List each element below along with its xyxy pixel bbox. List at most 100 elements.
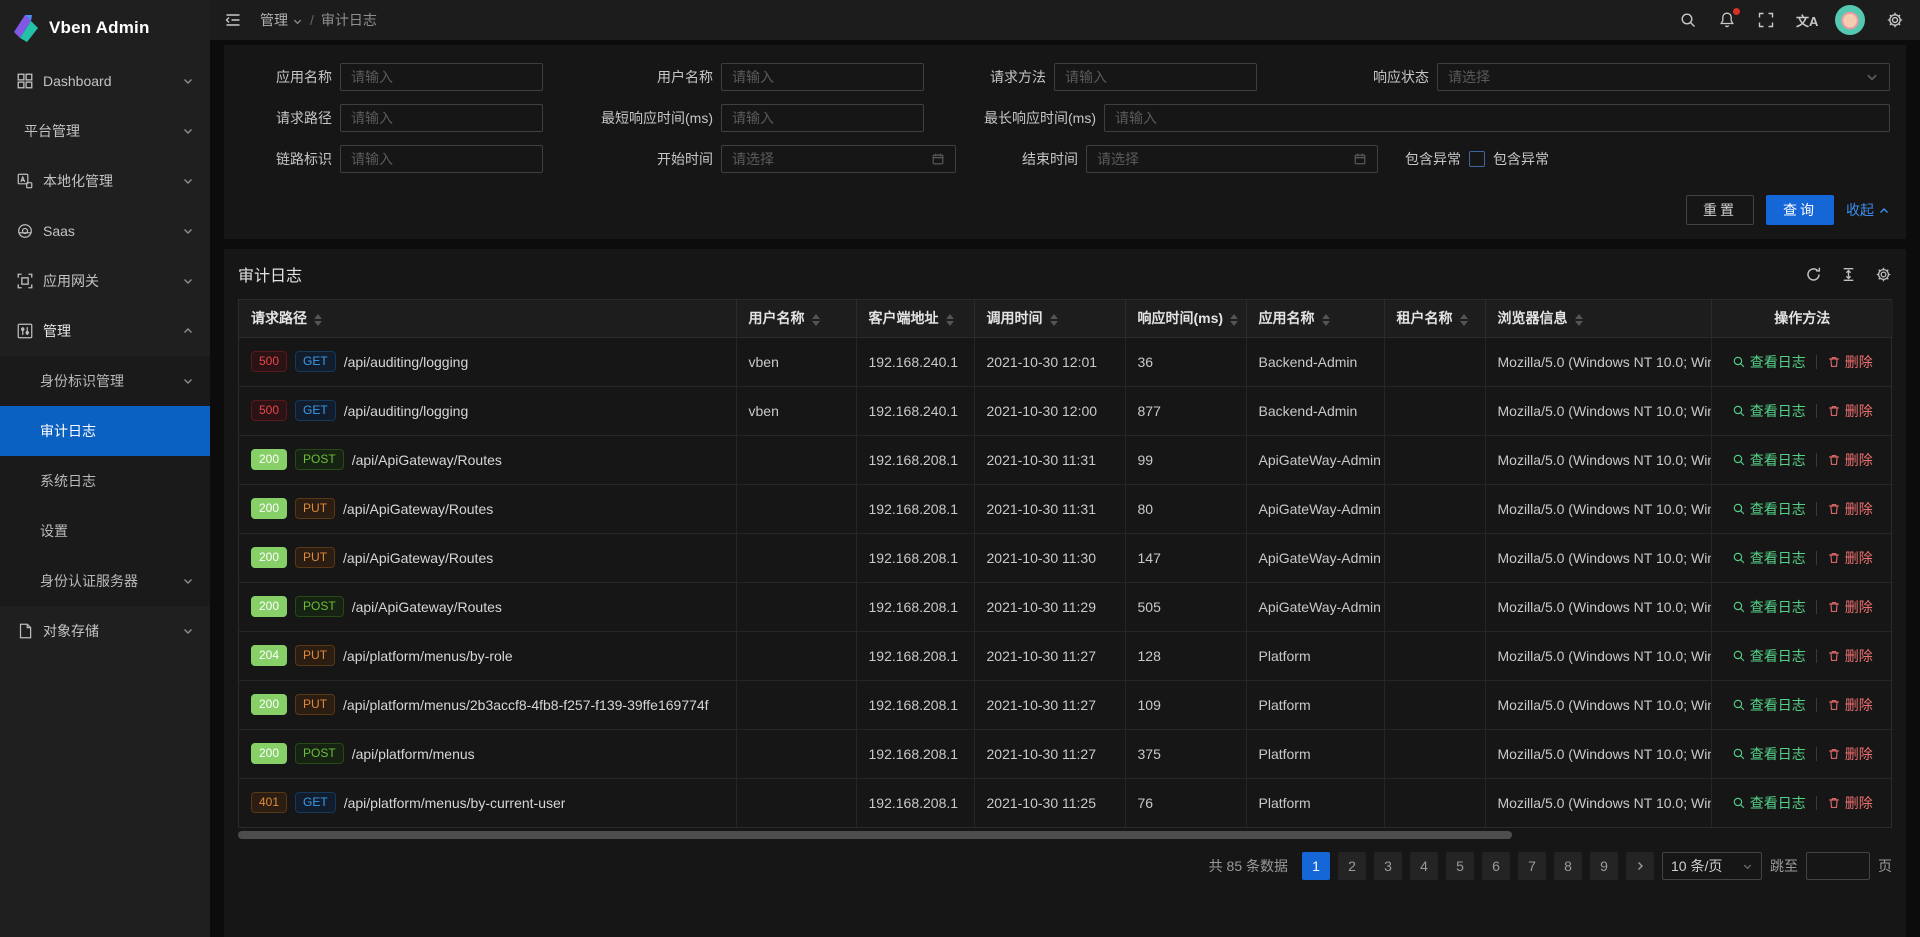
column-header[interactable]: 请求路径 <box>239 300 736 337</box>
duration-cell: 505 <box>1125 582 1246 631</box>
delete-link[interactable]: 删除 <box>1827 744 1873 764</box>
search-button[interactable]: 查询 <box>1766 195 1834 225</box>
app-name-input[interactable] <box>340 63 543 91</box>
scrollbar-thumb[interactable] <box>238 831 1512 839</box>
call-time-cell: 2021-10-30 11:31 <box>974 484 1125 533</box>
page-button-2[interactable]: 2 <box>1338 852 1366 880</box>
view-log-link[interactable]: 查看日志 <box>1732 401 1806 421</box>
delete-link[interactable]: 删除 <box>1827 499 1873 519</box>
avatar[interactable] <box>1835 5 1865 35</box>
tenant-cell <box>1384 729 1485 778</box>
user-name-label: 用户名称 <box>553 67 713 87</box>
table-row: 200POST/api/ApiGateway/Routes192.168.208… <box>239 435 1893 484</box>
user-name-input[interactable] <box>721 63 924 91</box>
audit-log-card: 审计日志 请求路径用户名称客户端地址调用时间响应时间 <box>224 249 1906 937</box>
notification-bell-icon[interactable] <box>1718 11 1736 29</box>
app-name-cell: Platform <box>1246 680 1384 729</box>
page-button-6[interactable]: 6 <box>1482 852 1510 880</box>
column-header[interactable]: 调用时间 <box>974 300 1125 337</box>
view-log-link[interactable]: 查看日志 <box>1732 499 1806 519</box>
view-log-link[interactable]: 查看日志 <box>1732 352 1806 372</box>
sidebar-item-saas[interactable]: Saas <box>0 206 210 256</box>
management-icon <box>16 322 34 340</box>
fullscreen-icon[interactable] <box>1757 11 1775 29</box>
delete-link[interactable]: 删除 <box>1827 450 1873 470</box>
request-path: /api/ApiGateway/Routes <box>352 452 502 468</box>
delete-link[interactable]: 删除 <box>1827 695 1873 715</box>
sidebar-item-auth-server[interactable]: 身份认证服务器 <box>0 556 210 606</box>
view-log-link[interactable]: 查看日志 <box>1732 695 1806 715</box>
column-header[interactable]: 用户名称 <box>736 300 856 337</box>
view-log-link[interactable]: 查看日志 <box>1732 450 1806 470</box>
next-page-button[interactable] <box>1626 852 1654 880</box>
delete-link[interactable]: 删除 <box>1827 793 1873 813</box>
browser-cell: Mozilla/5.0 (Windows NT 10.0; Win <box>1485 582 1711 631</box>
column-header[interactable]: 响应时间(ms) <box>1125 300 1246 337</box>
sidebar-item-management[interactable]: 管理 <box>0 306 210 356</box>
sidebar-item-object-storage[interactable]: 对象存储 <box>0 606 210 656</box>
settings-gear-icon[interactable] <box>1886 11 1904 29</box>
delete-link[interactable]: 删除 <box>1827 548 1873 568</box>
exception-checkbox[interactable] <box>1469 151 1485 167</box>
sidebar-item-identity[interactable]: 身份标识管理 <box>0 356 210 406</box>
column-header[interactable]: 应用名称 <box>1246 300 1384 337</box>
page-button-9[interactable]: 9 <box>1590 852 1618 880</box>
delete-link[interactable]: 删除 <box>1827 597 1873 617</box>
row-height-icon[interactable] <box>1840 266 1857 283</box>
view-log-link[interactable]: 查看日志 <box>1732 646 1806 666</box>
duration-cell: 109 <box>1125 680 1246 729</box>
view-log-link[interactable]: 查看日志 <box>1732 548 1806 568</box>
end-time-picker[interactable]: 请选择 <box>1086 145 1378 173</box>
page-button-8[interactable]: 8 <box>1554 852 1582 880</box>
filter-method: 请求方法 <box>932 63 1257 91</box>
min-time-input[interactable] <box>721 104 924 132</box>
saas-icon <box>16 222 34 240</box>
sidebar-item-localization[interactable]: 本地化管理 <box>0 156 210 206</box>
start-time-picker[interactable]: 请选择 <box>721 145 956 173</box>
sidebar-item-settings[interactable]: 设置 <box>0 506 210 556</box>
view-log-link[interactable]: 查看日志 <box>1732 793 1806 813</box>
search-icon[interactable] <box>1679 11 1697 29</box>
sidebar-item-label: 身份标识管理 <box>40 371 124 391</box>
jump-label: 跳至 <box>1770 856 1798 876</box>
breadcrumb-parent[interactable]: 管理 <box>260 10 303 30</box>
refresh-icon[interactable] <box>1805 266 1822 283</box>
page-button-7[interactable]: 7 <box>1518 852 1546 880</box>
chevron-up-icon <box>1878 205 1890 217</box>
sidebar-item-dashboard[interactable]: Dashboard <box>0 56 210 106</box>
column-header[interactable]: 浏览器信息 <box>1485 300 1711 337</box>
reset-button[interactable]: 重置 <box>1686 195 1754 225</box>
sidebar-fold-icon[interactable] <box>224 11 242 29</box>
path-input[interactable] <box>340 104 543 132</box>
user-name-cell <box>736 778 856 827</box>
sidebar-item-system-log[interactable]: 系统日志 <box>0 456 210 506</box>
chevron-up-icon <box>182 325 194 337</box>
user-name-cell <box>736 582 856 631</box>
column-header[interactable]: 客户端地址 <box>856 300 974 337</box>
sidebar-item-platform[interactable]: 平台管理 <box>0 106 210 156</box>
status-select[interactable]: 请选择 <box>1437 63 1890 91</box>
request-path: /api/platform/menus <box>352 746 475 762</box>
page-size-select[interactable]: 10 条/页 <box>1662 852 1762 880</box>
page-button-4[interactable]: 4 <box>1410 852 1438 880</box>
jump-page-input[interactable] <box>1806 852 1870 880</box>
page-button-3[interactable]: 3 <box>1374 852 1402 880</box>
delete-link[interactable]: 删除 <box>1827 401 1873 421</box>
delete-link[interactable]: 删除 <box>1827 352 1873 372</box>
sidebar-item-audit-log[interactable]: 审计日志 <box>0 406 210 456</box>
status-badge: 500 <box>251 351 287 372</box>
app-logo[interactable]: Vben Admin <box>0 0 210 56</box>
sidebar-item-gateway[interactable]: 应用网关 <box>0 256 210 306</box>
view-log-link[interactable]: 查看日志 <box>1732 597 1806 617</box>
view-log-link[interactable]: 查看日志 <box>1732 744 1806 764</box>
page-button-5[interactable]: 5 <box>1446 852 1474 880</box>
translate-icon[interactable]: 文A <box>1796 11 1814 29</box>
page-button-1[interactable]: 1 <box>1302 852 1330 880</box>
delete-link[interactable]: 删除 <box>1827 646 1873 666</box>
column-settings-gear-icon[interactable] <box>1875 266 1892 283</box>
trace-id-input[interactable] <box>340 145 543 173</box>
method-input[interactable] <box>1054 63 1257 91</box>
collapse-link[interactable]: 收起 <box>1846 200 1890 220</box>
max-time-input[interactable] <box>1104 104 1890 132</box>
column-header[interactable]: 租户名称 <box>1384 300 1485 337</box>
